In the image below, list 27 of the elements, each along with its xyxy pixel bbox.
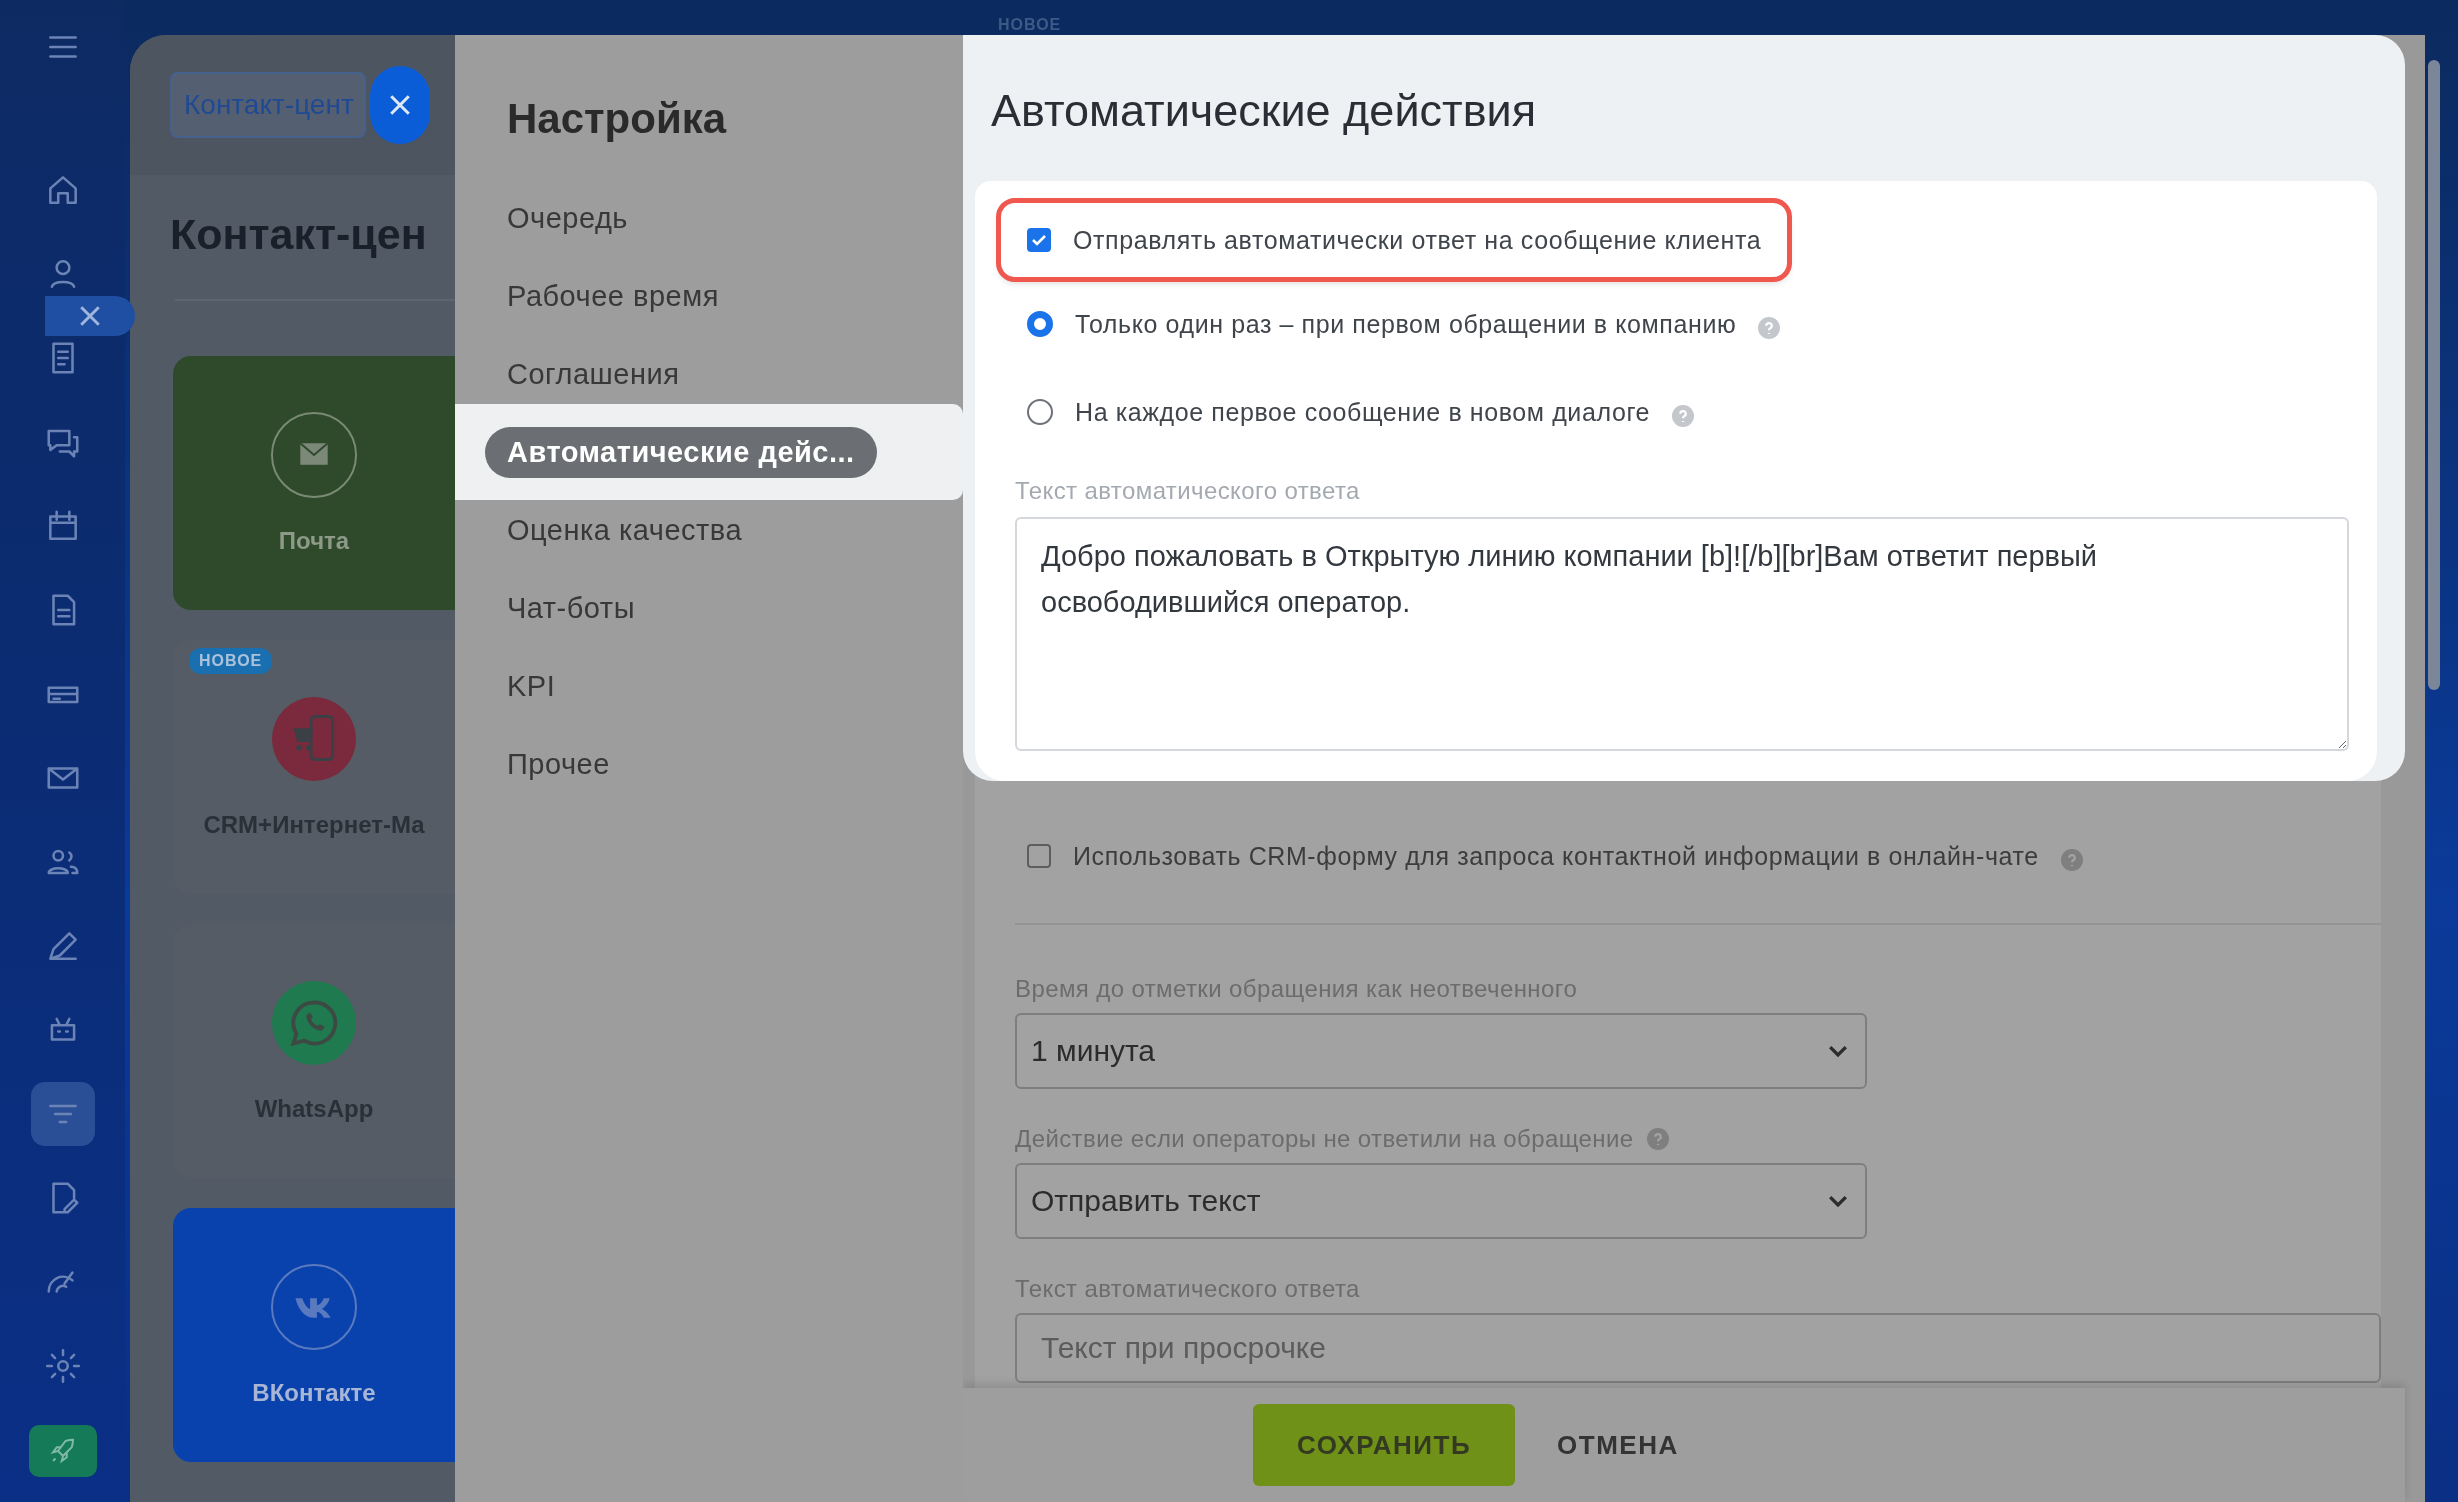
card-label: Почта [278,527,350,555]
channel-card[interactable]: ВКонтакте [173,1208,455,1462]
settings-nav-item[interactable]: Оценка качества [507,513,743,547]
option-label: Только один раз – при первом обращении в компанию [1075,309,1737,339]
save-button[interactable]: СОХРАНИТЬ [1253,1404,1516,1486]
field-label: Текст автоматического ответа [1015,477,1361,505]
option-label: Отправлять автоматически ответ на сообщение клиента [1073,225,1762,255]
dropdown[interactable]: Отправить текст [1015,1163,1867,1239]
cancel-button[interactable]: ОТМЕНА [1551,1423,1685,1467]
new-badge: НОВОЕ [189,648,273,674]
text-field[interactable]: Текст при просрочке [1015,1313,2381,1383]
settings-nav-item[interactable]: Очередь [507,201,628,235]
option-label: На каждое первое сообщение в новом диалоге [1075,397,1651,427]
page-title: Контакт-цен [170,210,428,259]
settings-nav-item[interactable]: Прочее [507,747,610,781]
settings-nav-item[interactable]: KPI [507,669,556,703]
settings-nav-item[interactable]: Рабочее время [507,279,719,313]
dropdown[interactable]: 1 минута [1015,1013,1867,1089]
card-label: ВКонтакте [252,1379,376,1407]
settings-nav-item[interactable]: Соглашения [507,357,680,391]
settings-nav-item[interactable]: Чат-боты [507,591,635,625]
channel-card[interactable]: Почта [173,356,455,610]
reply-text-field[interactable]: Добро пожаловать в Открытую линию компании [b]![/b][br]Вам ответит первый освободившийся оператор. [1015,517,2349,751]
option-label: Использовать CRM-форму для запроса контактной информации в онлайн-чате [1073,841,2039,871]
section-title: Автоматические действия [990,84,1538,138]
settings-title: Настройка [507,95,728,143]
settings-nav-item[interactable]: Автоматические дейс... [485,426,877,478]
